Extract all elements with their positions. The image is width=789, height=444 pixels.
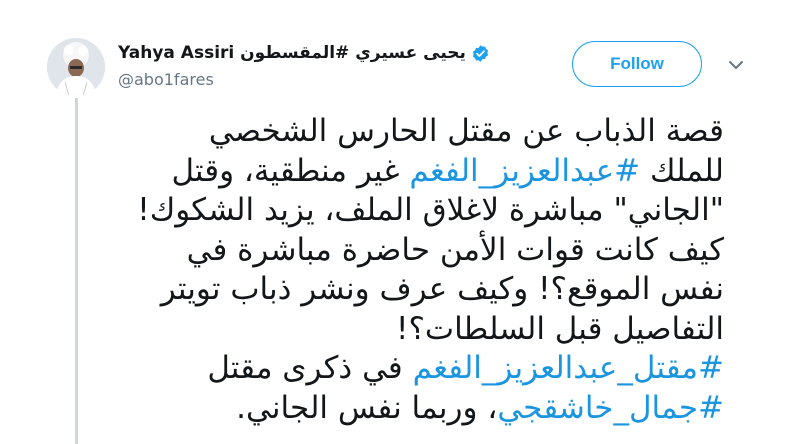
tweet-line: قصة الذباب عن مقتل الحارس الشخصي [112, 112, 724, 152]
author-avatar[interactable] [47, 38, 105, 96]
tweet-text-segment: للملك [640, 152, 724, 189]
thread-line [75, 98, 78, 444]
author-name-row[interactable]: Yahya Assiri يحيى عسيري #المقسطون [118, 40, 490, 66]
avatar-photo [47, 38, 105, 96]
tweet-text-segment: قصة الذباب عن مقتل الحارس الشخصي [208, 113, 724, 149]
tweet-line: #جمال_خاشقجي، وربما نفس الجاني. [112, 389, 724, 429]
chevron-down-icon[interactable] [726, 58, 746, 72]
tweet-text-segment: "الجاني" مباشرة لاغلاق الملف، يزيد الشكو… [137, 192, 724, 228]
tweet-line: التفاصيل قبل السلطات؟! [112, 310, 724, 350]
hashtag-link[interactable]: #مقتل_عبدالعزيز_الفغم [413, 350, 724, 386]
verified-badge-icon [472, 44, 488, 62]
tweet-line: "الجاني" مباشرة لاغلاق الملف، يزيد الشكو… [112, 191, 724, 231]
tweet-line: للملك #عبدالعزيز_الفغم غير منطقية، وقتل [112, 152, 724, 192]
tweet-text-segment: نفس الموقع؟! وكيف عرف ونشر ذباب تويتر [160, 271, 724, 307]
hashtag-link[interactable]: #جمال_خاشقجي [497, 390, 724, 426]
tweet-line: نفس الموقع؟! وكيف عرف ونشر ذباب تويتر [112, 270, 724, 310]
hashtag-link[interactable]: #عبدالعزيز_الفغم [409, 153, 640, 189]
tweet-text-segment: ، وربما نفس الجاني. [236, 389, 498, 426]
tweet-text: قصة الذباب عن مقتل الحارس الشخصي للملك #ع… [112, 112, 724, 428]
tweet-text-segment: كيف كانت قوات الأمن حاضرة مباشرة في [186, 231, 724, 268]
tweet-text-segment: التفاصيل قبل السلطات؟! [396, 310, 724, 347]
tweet-line: كيف كانت قوات الأمن حاضرة مباشرة في [112, 231, 724, 271]
author-handle[interactable]: @abo1fares [118, 70, 214, 89]
tweet-text-segment: في ذكرى مقتل [207, 350, 413, 386]
tweet-line: #مقتل_عبدالعزيز_الفغم في ذكرى مقتل [112, 349, 724, 389]
author-name[interactable]: Yahya Assiri يحيى عسيري #المقسطون [118, 43, 466, 63]
follow-button[interactable]: Follow [572, 41, 702, 87]
tweet-text-segment: غير منطقية، وقتل [171, 152, 410, 189]
